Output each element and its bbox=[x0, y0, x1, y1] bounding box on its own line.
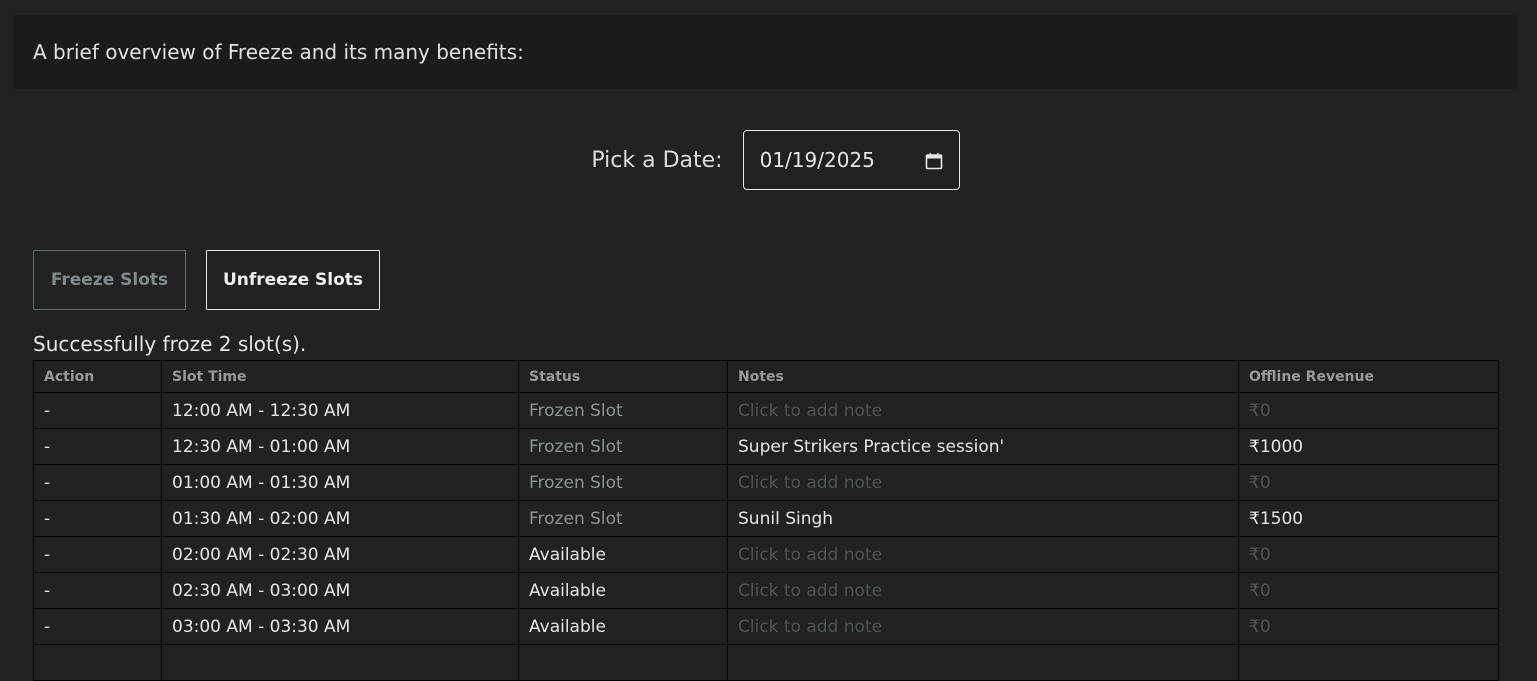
slot-time-cell: 02:30 AM - 03:00 AM bbox=[161, 572, 519, 609]
status-cell: Frozen Slot bbox=[518, 464, 728, 501]
date-picker-row: Pick a Date: 01/19/2025 bbox=[0, 130, 1537, 190]
action-cell: - bbox=[33, 428, 162, 465]
header-action: Action bbox=[33, 360, 162, 393]
table-row: - 01:00 AM - 01:30 AM Frozen Slot Click … bbox=[33, 464, 1499, 501]
notes-cell[interactable]: Click to add note bbox=[727, 464, 1239, 501]
revenue-cell[interactable]: ₹0 bbox=[1238, 608, 1499, 645]
header-offline-revenue: Offline Revenue bbox=[1238, 360, 1499, 393]
status-cell: Available bbox=[518, 608, 728, 645]
date-value: 01/19/2025 bbox=[759, 148, 875, 172]
slot-time-cell: 12:30 AM - 01:00 AM bbox=[161, 428, 519, 465]
revenue-cell[interactable]: ₹1500 bbox=[1238, 500, 1499, 537]
action-cell bbox=[33, 644, 162, 681]
slot-time-cell: 01:30 AM - 02:00 AM bbox=[161, 500, 519, 537]
revenue-cell[interactable] bbox=[1238, 644, 1499, 681]
notes-cell[interactable] bbox=[727, 644, 1239, 681]
revenue-cell[interactable]: ₹0 bbox=[1238, 536, 1499, 573]
table-row: - 12:00 AM - 12:30 AM Frozen Slot Click … bbox=[33, 392, 1499, 429]
action-cell: - bbox=[33, 608, 162, 645]
notes-cell[interactable]: Click to add note bbox=[727, 536, 1239, 573]
slots-table: Action Slot Time Status Notes Offline Re… bbox=[33, 360, 1499, 681]
overview-text: A brief overview of Freeze and its many … bbox=[33, 40, 524, 64]
action-cell: - bbox=[33, 464, 162, 501]
table-row: - 03:00 AM - 03:30 AM Available Click to… bbox=[33, 608, 1499, 645]
freeze-slots-button[interactable]: Freeze Slots bbox=[33, 250, 186, 310]
revenue-cell[interactable]: ₹0 bbox=[1238, 392, 1499, 429]
status-cell: Frozen Slot bbox=[518, 428, 728, 465]
header-notes: Notes bbox=[727, 360, 1239, 393]
date-input[interactable]: 01/19/2025 bbox=[742, 130, 960, 190]
slot-time-cell: 02:00 AM - 02:30 AM bbox=[161, 536, 519, 573]
table-row: - 02:00 AM - 02:30 AM Available Click to… bbox=[33, 536, 1499, 573]
slot-time-cell: 01:00 AM - 01:30 AM bbox=[161, 464, 519, 501]
status-cell: Frozen Slot bbox=[518, 500, 728, 537]
table-header-row: Action Slot Time Status Notes Offline Re… bbox=[33, 360, 1499, 393]
table-row bbox=[33, 644, 1499, 681]
notes-cell[interactable]: Click to add note bbox=[727, 572, 1239, 609]
status-cell: Frozen Slot bbox=[518, 392, 728, 429]
action-cell: - bbox=[33, 536, 162, 573]
header-slot-time: Slot Time bbox=[161, 360, 519, 393]
action-cell: - bbox=[33, 500, 162, 537]
status-cell bbox=[518, 644, 728, 681]
revenue-cell[interactable]: ₹0 bbox=[1238, 572, 1499, 609]
action-cell: - bbox=[33, 572, 162, 609]
freeze-overview-banner[interactable]: A brief overview of Freeze and its many … bbox=[13, 15, 1518, 89]
notes-cell[interactable]: Sunil Singh bbox=[727, 500, 1239, 537]
slot-time-cell: 12:00 AM - 12:30 AM bbox=[161, 392, 519, 429]
status-message: Successfully froze 2 slot(s). bbox=[33, 332, 307, 356]
slot-time-cell: 03:00 AM - 03:30 AM bbox=[161, 608, 519, 645]
status-cell: Available bbox=[518, 536, 728, 573]
notes-cell[interactable]: Super Strikers Practice session' bbox=[727, 428, 1239, 465]
header-status: Status bbox=[518, 360, 728, 393]
calendar-icon[interactable] bbox=[925, 151, 943, 170]
unfreeze-slots-button[interactable]: Unfreeze Slots bbox=[206, 250, 380, 310]
revenue-cell[interactable]: ₹0 bbox=[1238, 464, 1499, 501]
status-cell: Available bbox=[518, 572, 728, 609]
slot-time-cell bbox=[161, 644, 519, 681]
date-label: Pick a Date: bbox=[591, 147, 723, 173]
notes-cell[interactable]: Click to add note bbox=[727, 608, 1239, 645]
revenue-cell[interactable]: ₹1000 bbox=[1238, 428, 1499, 465]
notes-cell[interactable]: Click to add note bbox=[727, 392, 1239, 429]
table-row: - 01:30 AM - 02:00 AM Frozen Slot Sunil … bbox=[33, 500, 1499, 537]
table-row: - 02:30 AM - 03:00 AM Available Click to… bbox=[33, 572, 1499, 609]
table-row: - 12:30 AM - 01:00 AM Frozen Slot Super … bbox=[33, 428, 1499, 465]
action-cell: - bbox=[33, 392, 162, 429]
